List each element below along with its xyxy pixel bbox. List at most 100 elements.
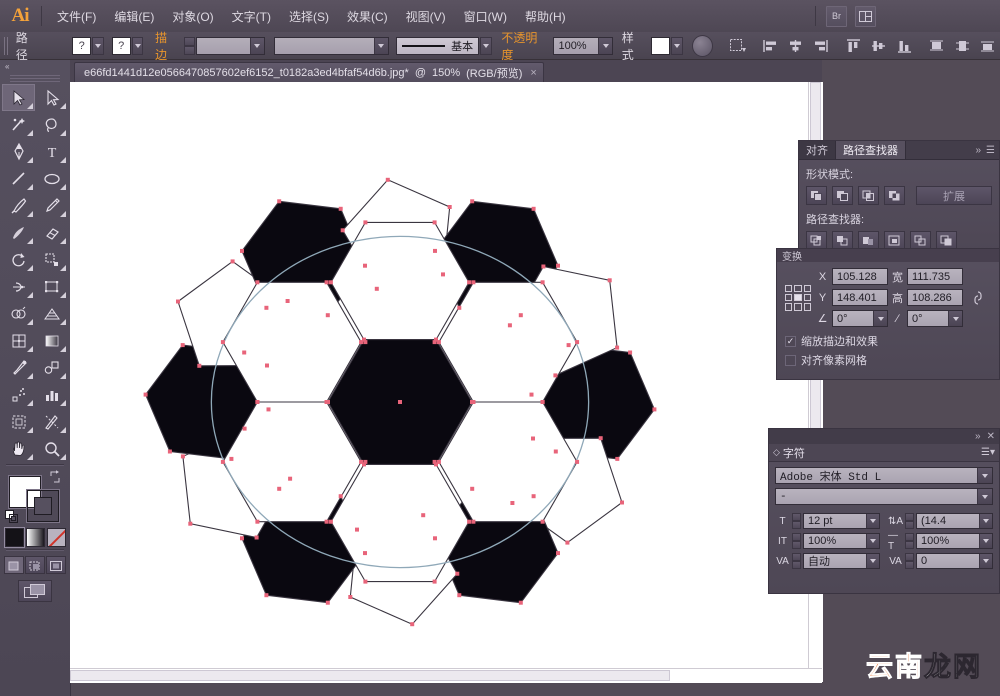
anchor-point[interactable] xyxy=(541,280,545,284)
align-middle-vertical-icon[interactable] xyxy=(869,37,888,55)
anchor-point[interactable] xyxy=(363,551,367,555)
direct-selection-tool[interactable] xyxy=(35,84,68,111)
chevron-down-icon[interactable] xyxy=(977,489,992,504)
anchor-point[interactable] xyxy=(277,487,281,491)
anchor-point[interactable] xyxy=(355,528,359,532)
anchor-point[interactable] xyxy=(575,460,579,464)
column-graph-tool[interactable] xyxy=(35,381,68,408)
chevron-down-icon[interactable] xyxy=(598,38,612,54)
horizontal-scale-input[interactable]: 100% xyxy=(916,533,993,549)
rotate-tool[interactable] xyxy=(2,246,35,273)
shear-angle-combo[interactable]: 0° xyxy=(907,310,963,327)
pencil-tool[interactable] xyxy=(35,192,68,219)
menu-object[interactable]: 对象(O) xyxy=(163,4,222,29)
chevron-down-icon[interactable] xyxy=(374,38,388,54)
chevron-down-icon[interactable] xyxy=(866,534,879,548)
anchor-point[interactable] xyxy=(341,228,345,232)
anchor-point[interactable] xyxy=(240,249,244,253)
fill-swatch[interactable]: ? xyxy=(72,37,91,55)
artboard-tool[interactable] xyxy=(2,408,35,435)
font-family-combo[interactable]: Adobe 宋体 Std L xyxy=(775,467,993,484)
anchor-point[interactable] xyxy=(144,393,148,397)
anchor-point[interactable] xyxy=(471,400,475,404)
stroke-color-swatch[interactable] xyxy=(27,490,59,522)
distribute-center-icon[interactable] xyxy=(953,37,972,55)
anchor-point[interactable] xyxy=(567,343,571,347)
anchor-point[interactable] xyxy=(329,280,333,284)
default-fill-stroke-icon[interactable] xyxy=(5,510,19,524)
perspective-grid-tool[interactable] xyxy=(35,300,68,327)
anchor-point[interactable] xyxy=(255,536,259,540)
menu-select[interactable]: 选择(S) xyxy=(280,4,338,29)
reference-point-selector[interactable] xyxy=(785,285,811,311)
anchor-point[interactable] xyxy=(541,265,545,269)
minus-front-icon[interactable] xyxy=(832,186,853,205)
anchor-point[interactable] xyxy=(264,306,268,310)
line-segment-tool[interactable] xyxy=(2,165,35,192)
chevron-down-icon[interactable] xyxy=(873,311,887,326)
character-panel-tab[interactable]: ◇ 字符 ☰▾ xyxy=(769,444,999,462)
chevron-down-icon[interactable] xyxy=(948,311,962,326)
anchor-point[interactable] xyxy=(339,207,343,211)
gradient-tool[interactable] xyxy=(35,327,68,354)
anchor-point[interactable] xyxy=(267,407,271,411)
menu-edit[interactable]: 编辑(E) xyxy=(105,4,163,29)
anchor-point[interactable] xyxy=(363,220,367,224)
menu-type[interactable]: 文字(T) xyxy=(223,4,280,29)
scale-strokes-effects-checkbox[interactable]: ✓ xyxy=(785,336,796,347)
kerning-input[interactable]: 自动 xyxy=(803,553,880,569)
anchor-point[interactable] xyxy=(277,199,281,203)
transparency-icon[interactable] xyxy=(692,35,713,57)
anchor-point[interactable] xyxy=(620,501,624,505)
transform-width[interactable]: 111.735 xyxy=(907,268,963,285)
fill-swatch-dropdown[interactable] xyxy=(92,37,104,55)
anchor-point[interactable] xyxy=(508,323,512,327)
horizontal-scrollbar-thumb[interactable] xyxy=(70,670,670,681)
pen-tool[interactable] xyxy=(2,138,35,165)
anchor-point[interactable] xyxy=(541,400,545,404)
anchor-point[interactable] xyxy=(532,207,536,211)
center-anchor-point[interactable] xyxy=(398,400,402,404)
anchor-point[interactable] xyxy=(326,313,330,317)
exclude-icon[interactable] xyxy=(884,186,905,205)
leading-input[interactable]: (14.4 xyxy=(916,513,993,529)
paintbrush-tool[interactable] xyxy=(2,192,35,219)
anchor-point[interactable] xyxy=(448,205,452,209)
chevron-down-icon[interactable] xyxy=(866,514,879,528)
slice-tool[interactable] xyxy=(35,408,68,435)
anchor-point[interactable] xyxy=(510,501,514,505)
menu-effect[interactable]: 效果(C) xyxy=(338,4,397,29)
anchor-point[interactable] xyxy=(325,280,329,284)
rotate-angle-combo[interactable]: 0° xyxy=(832,310,888,327)
anchor-point[interactable] xyxy=(255,280,259,284)
horizontal-scale-stepper[interactable] xyxy=(905,533,914,549)
magic-wand-tool[interactable] xyxy=(2,111,35,138)
anchor-point[interactable] xyxy=(433,536,437,540)
anchor-point[interactable] xyxy=(541,520,545,524)
close-icon[interactable]: ✕ xyxy=(987,431,995,442)
width-tool[interactable] xyxy=(2,273,35,300)
scale-tool[interactable] xyxy=(35,246,68,273)
anchor-point[interactable] xyxy=(556,551,560,555)
anchor-point[interactable] xyxy=(243,427,247,431)
anchor-point[interactable] xyxy=(470,199,474,203)
anchor-point[interactable] xyxy=(386,178,390,182)
anchor-point[interactable] xyxy=(242,351,246,355)
screen-mode-icon[interactable] xyxy=(18,580,52,602)
distribute-top-icon[interactable] xyxy=(927,37,946,55)
anchor-point[interactable] xyxy=(325,520,329,524)
anchor-point[interactable] xyxy=(255,400,259,404)
control-bar-grip[interactable] xyxy=(4,37,9,55)
anchor-point[interactable] xyxy=(457,593,461,597)
anchor-point[interactable] xyxy=(437,340,441,344)
stroke-weight-stepper[interactable] xyxy=(184,37,195,55)
swap-fill-stroke-icon[interactable] xyxy=(48,470,62,484)
menu-view[interactable]: 视图(V) xyxy=(397,4,455,29)
anchor-point[interactable] xyxy=(221,460,225,464)
kerning-stepper[interactable] xyxy=(792,553,801,569)
stroke-weight-combo[interactable] xyxy=(196,37,265,55)
anchor-point[interactable] xyxy=(181,343,185,347)
lasso-tool[interactable] xyxy=(35,111,68,138)
graphic-style-swatch[interactable] xyxy=(651,37,670,55)
anchor-point[interactable] xyxy=(457,306,461,310)
